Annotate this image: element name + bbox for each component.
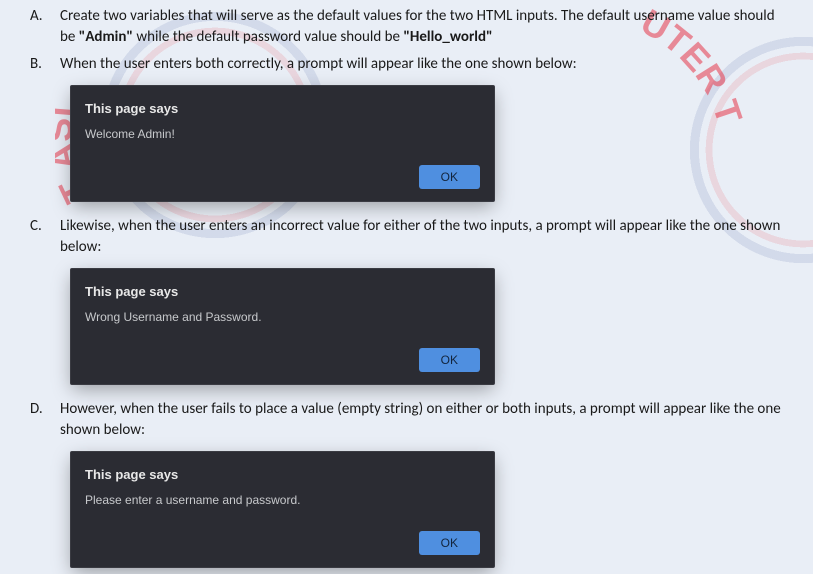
dialog-message-wrong: Wrong Username and Password.: [85, 309, 480, 326]
list-item-a: A. Create two variables that will serve …: [30, 6, 783, 48]
dialog-message-welcome: Welcome Admin!: [85, 126, 480, 143]
ok-button[interactable]: OK: [419, 348, 480, 372]
item-a-bold-admin: "Admin": [79, 28, 133, 46]
item-a-text: Create two variables that will serve as …: [60, 6, 783, 48]
dialog-message-empty: Please enter a username and password.: [85, 492, 480, 509]
list-item-c: C. Likewise, when the user enters an inc…: [30, 216, 783, 258]
dialog-title: This page says: [85, 100, 480, 118]
dialog-actions: OK: [85, 531, 480, 555]
alert-dialog-success: This page says Welcome Admin! OK: [70, 85, 495, 202]
item-a-seg2: while the default password value should …: [133, 28, 403, 46]
dialog-title: This page says: [85, 283, 480, 301]
ok-button[interactable]: OK: [419, 531, 480, 555]
item-b-text: When the user enters both correctly, a p…: [60, 54, 577, 75]
item-a-bold-hello: "Hello_world": [403, 28, 492, 46]
alert-dialog-wrong: This page says Wrong Username and Passwo…: [70, 268, 495, 385]
dialog-title: This page says: [85, 466, 480, 484]
item-c-letter: C.: [30, 216, 48, 237]
item-d-letter: D.: [30, 399, 48, 420]
document-content: A. Create two variables that will serve …: [0, 0, 813, 574]
dialog-actions: OK: [85, 165, 480, 189]
ok-button[interactable]: OK: [419, 165, 480, 189]
dialog-actions: OK: [85, 348, 480, 372]
item-b-letter: B.: [30, 54, 48, 75]
item-d-text: However, when the user fails to place a …: [60, 399, 783, 441]
item-c-text: Likewise, when the user enters an incorr…: [60, 216, 783, 258]
list-item-d: D. However, when the user fails to place…: [30, 399, 783, 441]
alert-dialog-empty: This page says Please enter a username a…: [70, 451, 495, 568]
list-item-b: B. When the user enters both correctly, …: [30, 54, 783, 75]
item-a-letter: A.: [30, 6, 48, 27]
